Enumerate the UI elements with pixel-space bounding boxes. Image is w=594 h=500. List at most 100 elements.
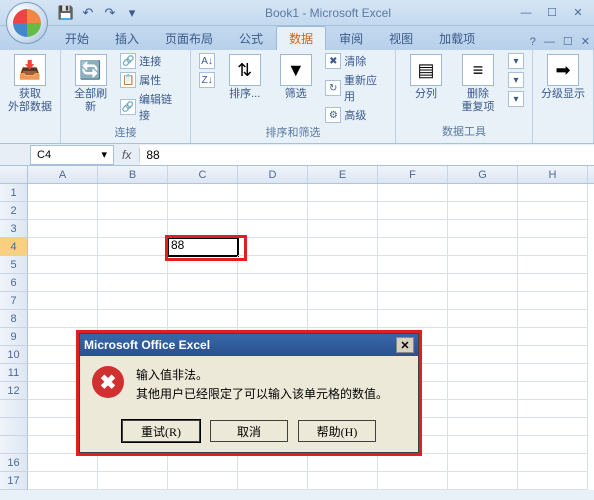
sort-button[interactable]: ⇅ 排序...: [221, 52, 268, 103]
name-box[interactable]: C4▾: [30, 145, 114, 165]
tab-addin[interactable]: 加载项: [426, 26, 488, 50]
qat-dropdown-icon[interactable]: ▾: [122, 3, 142, 23]
dialog-titlebar[interactable]: Microsoft Office Excel ✕: [80, 334, 418, 356]
outline-button[interactable]: ➡ 分级显示: [539, 52, 587, 103]
group-connections: 🔄 全部刷新 🔗连接 📋属性 🔗编辑链接 连接: [61, 50, 191, 143]
advanced-button[interactable]: ⚙高级: [323, 106, 389, 124]
group-outline: ➡ 分级显示: [533, 50, 594, 143]
column-headers: A B C D E F G H: [0, 166, 594, 184]
reapply-icon: ↻: [325, 80, 341, 96]
window-controls: — ☐ ✕: [514, 4, 590, 22]
connections-button[interactable]: 🔗连接: [118, 52, 184, 70]
row-headers: 1 2 3 4 5 6 7 8 9 10 11 12 16 17: [0, 184, 28, 490]
tab-insert[interactable]: 插入: [102, 26, 152, 50]
row-header[interactable]: 2: [0, 202, 28, 220]
sort-asc-button[interactable]: A↓: [197, 52, 217, 70]
minimize-button[interactable]: —: [514, 4, 538, 22]
group-sort-filter: A↓ Z↓ ⇅ 排序... ▼ 筛选 ✖清除 ↻重新应用 ⚙高级 排序和筛选: [191, 50, 396, 143]
data-tools-more3-button[interactable]: ▾: [506, 90, 526, 108]
group-label: 数据工具: [402, 123, 526, 141]
chevron-down-icon[interactable]: ▾: [101, 148, 107, 161]
clear-filter-button[interactable]: ✖清除: [323, 52, 389, 70]
edit-links-button[interactable]: 🔗编辑链接: [118, 90, 184, 124]
row-header[interactable]: 12: [0, 382, 28, 400]
row-header[interactable]: 11: [0, 364, 28, 382]
dialog-title: Microsoft Office Excel: [84, 338, 210, 352]
reapply-button[interactable]: ↻重新应用: [323, 71, 389, 105]
fx-button[interactable]: fx: [114, 148, 140, 162]
edit-link-icon: 🔗: [120, 99, 136, 115]
sort-desc-button[interactable]: Z↓: [197, 71, 217, 89]
col-header[interactable]: C: [168, 166, 238, 183]
doc-close-button[interactable]: ✕: [577, 33, 594, 50]
undo-icon[interactable]: ↶: [78, 3, 98, 23]
tab-layout[interactable]: 页面布局: [152, 26, 226, 50]
tab-data[interactable]: 数据: [276, 26, 326, 50]
row-header[interactable]: 7: [0, 292, 28, 310]
error-icon: ✖: [92, 366, 124, 398]
get-external-data-button[interactable]: 📥 获取 外部数据: [6, 52, 54, 116]
tab-formula[interactable]: 公式: [226, 26, 276, 50]
text-to-columns-button[interactable]: ▤ 分列: [402, 52, 450, 103]
maximize-button[interactable]: ☐: [540, 4, 564, 22]
col-header[interactable]: G: [448, 166, 518, 183]
filter-button[interactable]: ▼ 筛选: [272, 52, 319, 103]
data-tools-more-button[interactable]: ▾: [506, 52, 526, 70]
tab-view[interactable]: 视图: [376, 26, 426, 50]
row-header[interactable]: 4: [0, 238, 28, 256]
col-header[interactable]: D: [238, 166, 308, 183]
col-header[interactable]: F: [378, 166, 448, 183]
filter-icon: ▼: [280, 54, 312, 86]
redo-icon[interactable]: ↷: [100, 3, 120, 23]
doc-minimize-button[interactable]: —: [540, 34, 559, 50]
select-all-corner[interactable]: [0, 166, 28, 183]
row-header[interactable]: 6: [0, 274, 28, 292]
row-header[interactable]: 9: [0, 328, 28, 346]
external-data-icon: 📥: [14, 54, 46, 86]
group-label: 连接: [67, 124, 184, 142]
remove-dup-icon: ≡: [462, 54, 494, 86]
formula-input[interactable]: 88: [140, 145, 594, 165]
dialog-close-button[interactable]: ✕: [396, 337, 414, 353]
remove-duplicates-button[interactable]: ≡ 删除 重复项: [454, 52, 502, 116]
formula-bar: C4▾ fx 88: [0, 144, 594, 166]
row-header[interactable]: 8: [0, 310, 28, 328]
doc-restore-button[interactable]: ☐: [559, 33, 577, 50]
col-header[interactable]: E: [308, 166, 378, 183]
titlebar: 💾 ↶ ↷ ▾ Book1 - Microsoft Excel — ☐ ✕: [0, 0, 594, 26]
row-header[interactable]: [0, 436, 28, 454]
row-header[interactable]: 5: [0, 256, 28, 274]
row-header[interactable]: 1: [0, 184, 28, 202]
retry-button[interactable]: 重试(R): [122, 420, 200, 442]
refresh-all-button[interactable]: 🔄 全部刷新: [67, 52, 114, 116]
properties-button[interactable]: 📋属性: [118, 71, 184, 89]
save-icon[interactable]: 💾: [56, 3, 76, 23]
row-header[interactable]: 3: [0, 220, 28, 238]
col-header[interactable]: B: [98, 166, 168, 183]
row-header[interactable]: [0, 400, 28, 418]
col-header[interactable]: A: [28, 166, 98, 183]
more-icon: ▾: [508, 91, 524, 107]
data-tools-more2-button[interactable]: ▾: [506, 71, 526, 89]
sort-icon: ⇅: [229, 54, 261, 86]
tab-home[interactable]: 开始: [52, 26, 102, 50]
more-icon: ▾: [508, 72, 524, 88]
properties-icon: 📋: [120, 72, 136, 88]
cancel-button[interactable]: 取消: [210, 420, 288, 442]
quick-access-toolbar: 💾 ↶ ↷ ▾: [56, 3, 142, 23]
tab-review[interactable]: 审阅: [326, 26, 376, 50]
help-icon[interactable]: ?: [526, 34, 540, 50]
col-header[interactable]: H: [518, 166, 588, 183]
row-header[interactable]: [0, 418, 28, 436]
help-button[interactable]: 帮助(H): [298, 420, 376, 442]
office-button[interactable]: [6, 2, 48, 44]
cell-c4[interactable]: 88: [168, 238, 238, 256]
validation-dialog-highlight: Microsoft Office Excel ✕ ✖ 输入值非法。 其他用户已经…: [76, 330, 422, 456]
ribbon-body: 📥 获取 外部数据 🔄 全部刷新 🔗连接 📋属性 🔗编辑链接 连接 A↓ Z↓: [0, 50, 594, 144]
row-header[interactable]: 16: [0, 454, 28, 472]
row-header[interactable]: 17: [0, 472, 28, 490]
outline-icon: ➡: [547, 54, 579, 86]
close-button[interactable]: ✕: [566, 4, 590, 22]
sort-desc-icon: Z↓: [199, 72, 215, 88]
row-header[interactable]: 10: [0, 346, 28, 364]
